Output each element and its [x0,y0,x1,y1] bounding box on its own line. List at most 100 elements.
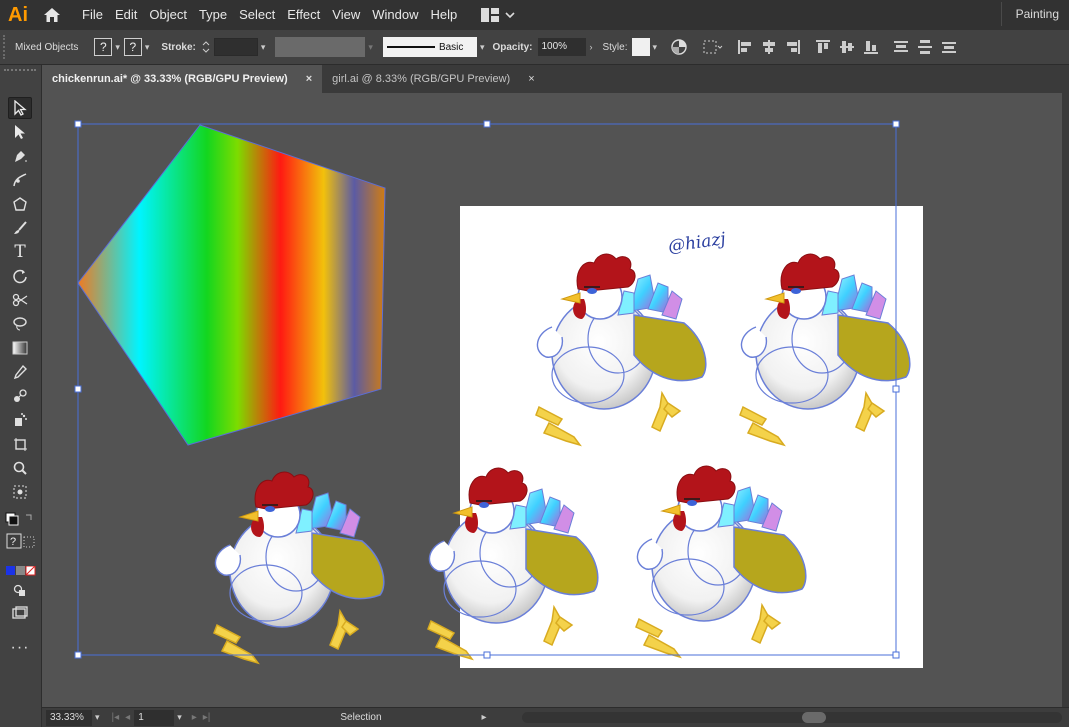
graphic-style-swatch[interactable] [631,38,650,56]
home-icon[interactable] [36,0,68,30]
selection-type-label: Mixed Objects [15,41,79,53]
tools-panel: T ? ··· [0,65,42,727]
direct-selection-tool-icon[interactable] [8,121,32,143]
variable-width-profile[interactable] [275,37,366,57]
chevron-down-icon [505,12,515,19]
gradient-pentagon[interactable] [77,124,386,446]
previous-artboard-icon[interactable]: ◂ [125,712,130,723]
distribute-bottom-icon[interactable] [941,39,957,55]
control-bar-grip[interactable] [3,35,11,59]
fill-stroke-unknown-icon[interactable]: ? [6,533,36,549]
gradient-tool-icon[interactable] [8,337,32,359]
stroke-weight-stepper-icon[interactable] [202,40,210,54]
edit-toolbar-icon[interactable]: ··· [8,637,32,659]
chevron-down-icon[interactable]: ▾ [145,42,150,53]
stroke-color-button[interactable]: ? [123,38,142,56]
stroke-weight-field[interactable] [213,38,258,56]
blend-tool-icon[interactable] [8,385,32,407]
arrange-documents-button[interactable] [481,8,515,22]
brush-stroke-preview [386,46,435,48]
symbol-sprayer-tool-icon[interactable] [8,409,32,431]
lasso-tool-icon[interactable] [8,313,32,335]
chicken-artwork[interactable] [739,253,911,446]
menu-view[interactable]: View [326,0,366,30]
scrollbar-thumb[interactable] [802,712,826,723]
menu-type[interactable]: Type [193,0,233,30]
tab-chickenrun[interactable]: chickenrun.ai* @ 33.33% (RGB/GPU Preview… [42,65,323,93]
eyedropper-tool-icon[interactable] [8,361,32,383]
align-bottom-icon[interactable] [863,39,879,55]
horizontal-scrollbar[interactable] [522,712,1062,723]
rotate-tool-icon[interactable] [8,265,32,287]
recolor-artwork-icon[interactable] [671,39,687,55]
chevron-down-icon[interactable]: ▾ [653,42,658,53]
align-top-icon[interactable] [815,39,831,55]
chevron-down-icon[interactable]: ▾ [95,712,100,723]
puppet-warp-tool-icon[interactable] [8,481,32,503]
align-right-icon[interactable] [785,39,801,55]
tools-panel-grip[interactable] [4,69,36,73]
menu-object[interactable]: Object [143,0,193,30]
document-tabs: chickenrun.ai* @ 33.33% (RGB/GPU Preview… [42,65,1069,93]
tab-girl[interactable]: girl.ai @ 8.33% (RGB/GPU Preview) × [322,65,544,93]
first-artboard-icon[interactable]: |◂ [112,712,120,723]
chevron-down-icon: ▾ [368,41,373,52]
align-to-grid-icon[interactable] [703,39,723,55]
workspace-switcher[interactable]: Painting [1016,0,1059,28]
chicken-artwork[interactable] [535,253,707,446]
tab-label: girl.ai @ 8.33% (RGB/GPU Preview) [332,73,511,85]
next-artboard-icon[interactable]: ▸ [192,712,197,723]
fill-color-button[interactable]: ? [94,38,113,56]
last-artboard-icon[interactable]: ▸| [203,712,211,723]
zoom-tool-icon[interactable] [8,457,32,479]
status-menu-icon[interactable]: ▸ [482,712,487,723]
menu-select[interactable]: Select [233,0,281,30]
chevron-down-icon[interactable]: ▾ [480,42,485,53]
brush-definition[interactable]: Basic [382,37,477,57]
chicken-artwork[interactable] [213,471,385,664]
zoom-field[interactable]: 33.33% [46,709,92,726]
type-tool-icon[interactable]: T [8,241,32,263]
scissors-tool-icon[interactable] [8,289,32,311]
opacity-field[interactable]: 100% [538,38,587,56]
curvature-tool-icon[interactable] [8,169,32,191]
pen-tool-icon[interactable] [8,145,32,167]
chevron-down-icon[interactable]: ▾ [177,712,182,723]
paintbrush-tool-icon[interactable] [8,217,32,239]
artwork-layer: @hiazj [74,120,911,664]
menu-help[interactable]: Help [424,0,463,30]
app-logo: Ai [8,3,28,26]
menu-effect[interactable]: Effect [281,0,326,30]
color-none-gradient-icon[interactable] [6,563,36,576]
selection-tool-icon[interactable] [8,97,32,119]
distribute-vertical-center-icon[interactable] [917,39,933,55]
brush-name: Basic [438,41,464,53]
opacity-label[interactable]: Opacity: [492,42,532,53]
menu-window[interactable]: Window [366,0,424,30]
status-bar: 33.33% ▾ |◂ ◂ 1 ▾ ▸ ▸| Selection ▸ [42,707,1069,727]
menu-edit[interactable]: Edit [109,0,143,30]
distribute-top-icon[interactable] [893,39,909,55]
screen-mode-icon[interactable] [8,603,32,625]
stroke-label: Stroke: [161,41,196,53]
fill-stroke-swap-icon[interactable] [4,511,38,527]
chevron-right-icon[interactable]: › [589,42,592,52]
align-left-icon[interactable] [737,39,753,55]
align-vertical-center-icon[interactable] [839,39,855,55]
vertical-scrollbar[interactable] [1062,93,1069,707]
artboard-tool-icon[interactable] [8,433,32,455]
align-horizontal-center-icon[interactable] [761,39,777,55]
document-canvas[interactable]: @hiazj [42,93,1069,707]
chevron-down-icon[interactable]: ▾ [261,42,266,53]
close-icon[interactable]: × [306,73,312,85]
artboard-number-field[interactable]: 1 [134,709,175,726]
chevron-down-icon[interactable]: ▾ [115,42,120,53]
artist-signature: @hiazj [667,229,728,257]
drawing-mode-icon[interactable] [8,579,32,601]
status-tool-label: Selection [340,712,382,723]
close-icon[interactable]: × [528,73,534,85]
polygon-tool-icon[interactable] [8,193,32,215]
menu-file[interactable]: File [76,0,109,30]
chicken-artwork[interactable] [635,465,807,658]
chicken-artwork[interactable] [427,467,599,660]
